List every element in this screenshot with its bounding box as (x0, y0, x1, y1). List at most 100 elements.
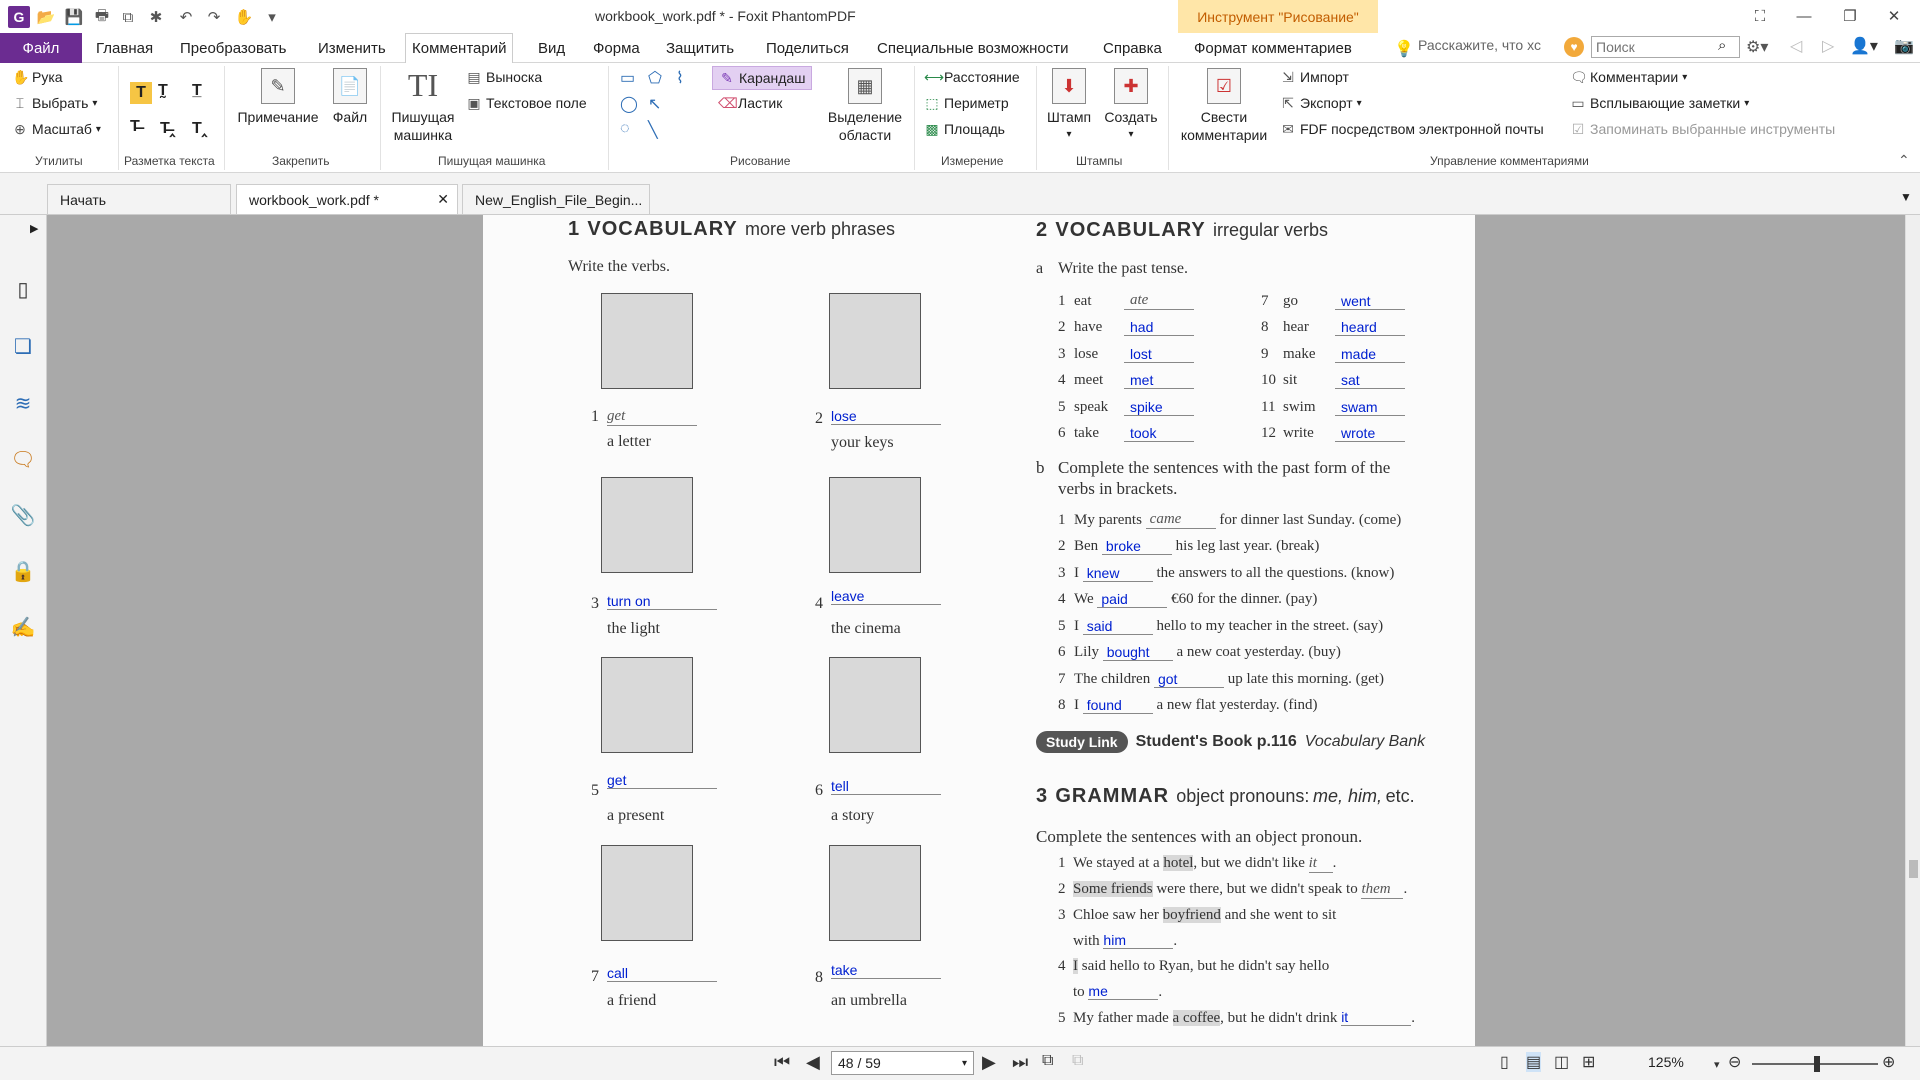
sentence-answer-field[interactable]: bought (1102, 644, 1173, 662)
export-button[interactable]: ⇱ Экспорт ▾ (1280, 95, 1362, 111)
past-tense-field[interactable]: made (1335, 346, 1405, 363)
past-tense-field[interactable]: went (1335, 293, 1405, 310)
tab-home[interactable]: Главная (90, 33, 159, 63)
fdf-email-button[interactable]: ✉ FDF посредством электронной почты (1280, 121, 1544, 137)
eraser-button[interactable]: ⌫ Ластик (718, 95, 782, 111)
answer-field[interactable]: leave (831, 588, 941, 605)
sentence-answer-field[interactable]: paid (1097, 591, 1168, 609)
tab-view[interactable]: Вид (532, 33, 571, 63)
settings-icon[interactable]: ⚙▾ (1746, 37, 1768, 57)
stamp-button[interactable]: ⬇ Штамп ▾ (1042, 68, 1096, 144)
tab-protect[interactable]: Защитить (660, 33, 740, 63)
create-stamp-button[interactable]: ✚ Создать ▾ (1100, 68, 1162, 144)
attachments-icon[interactable]: 📎 (10, 502, 36, 528)
underline-squiggly-icon[interactable]: T̰ (158, 82, 168, 100)
highlight-text-icon[interactable]: T (130, 82, 152, 104)
zoom-out-icon[interactable]: ⊖ (1728, 1052, 1741, 1072)
past-tense-field[interactable]: had (1124, 319, 1194, 337)
next-view-icon[interactable]: ⧉ (1072, 1052, 1083, 1070)
redo-icon[interactable]: ↷ (204, 7, 224, 27)
zoom-in-icon[interactable]: ⊕ (1882, 1052, 1895, 1072)
continuous-facing-view-icon[interactable]: ⊞ (1582, 1052, 1595, 1072)
zoom-tool-button[interactable]: ⊕ Масштаб ▾ (12, 121, 101, 137)
textbox-button[interactable]: ▣ Текстовое поле (466, 95, 586, 111)
signature-icon[interactable]: ✍ (10, 614, 36, 640)
app-logo-icon[interactable]: G (8, 6, 30, 28)
area-highlight-button[interactable]: ▦ Выделение области (822, 68, 908, 144)
search-icon[interactable]: ⌕ (1718, 37, 1726, 54)
past-tense-field[interactable]: took (1124, 425, 1194, 443)
pdf-page[interactable]: 1 VOCABULARY more verb phrases Write the… (483, 215, 1475, 1046)
line-icon[interactable]: ╲ (648, 120, 658, 140)
import-button[interactable]: ⇲ Импорт (1280, 69, 1349, 85)
past-tense-field[interactable]: swam (1335, 399, 1405, 416)
answer-field[interactable]: get (607, 408, 697, 426)
past-tense-field[interactable]: sat (1335, 372, 1405, 390)
answer-field[interactable]: turn on (607, 593, 717, 610)
popup-notes-button[interactable]: ▭ Всплывающие заметки ▾ (1570, 95, 1749, 111)
polygon-icon[interactable]: ⬠ (648, 68, 662, 88)
answer-field[interactable]: take (831, 962, 941, 979)
scroll-thumb[interactable] (1909, 860, 1918, 878)
nav-back-icon[interactable]: ◁ (1790, 36, 1802, 56)
undo-icon[interactable]: ↶ (176, 7, 196, 27)
tell-me-input[interactable]: Расскажите, что хс (1418, 37, 1541, 53)
answer-field[interactable]: lose (831, 408, 941, 425)
continuous-view-icon[interactable]: ▤ (1526, 1052, 1542, 1072)
sentence-answer-field[interactable]: knew (1082, 565, 1153, 582)
facing-view-icon[interactable]: ◫ (1554, 1052, 1569, 1072)
user-icon[interactable]: 👤▾ (1850, 36, 1878, 56)
print-icon[interactable]: 🖶 (92, 7, 112, 27)
answer-field[interactable]: get (607, 772, 717, 789)
zoom-level[interactable]: 125% (1648, 1054, 1684, 1070)
tab-file[interactable]: Файл (0, 33, 82, 63)
tab-comment[interactable]: Комментарий (405, 33, 514, 64)
tab-form[interactable]: Форма (587, 33, 646, 63)
pencil-button[interactable]: ✎ Карандаш (712, 66, 813, 90)
attach-file-button[interactable]: 📄 Файл (326, 68, 374, 126)
past-tense-field[interactable]: ate (1124, 292, 1194, 311)
comments-panel-icon[interactable]: 🗨 (10, 446, 36, 472)
tab-help[interactable]: Справка (1097, 33, 1168, 63)
previous-view-icon[interactable]: ⧉ (1042, 1052, 1053, 1070)
zoom-slider-thumb[interactable] (1814, 1056, 1820, 1072)
arrow-icon[interactable]: ↖ (648, 94, 661, 114)
comments-menu-button[interactable]: 🗨 Комментарии ▾ (1570, 69, 1687, 85)
polyline-icon[interactable]: ⌇ (676, 68, 684, 88)
area-button[interactable]: ▩ Площадь (924, 121, 1005, 137)
save-icon[interactable]: 💾 (64, 7, 84, 27)
open-folder-icon[interactable]: 📂 (36, 7, 56, 27)
past-tense-field[interactable]: wrote (1335, 425, 1405, 443)
doc-tab-new-english-file[interactable]: New_English_File_Begin... (462, 184, 650, 214)
minimize-button[interactable]: — (1784, 4, 1824, 28)
new-doc-icon[interactable]: ✱ (146, 7, 166, 27)
insert-text-icon[interactable]: T‸ (192, 118, 207, 138)
expand-panel-icon[interactable]: ▶ (30, 222, 38, 235)
zoom-dropdown-icon[interactable]: ▾ (1714, 1058, 1720, 1071)
nav-forward-icon[interactable]: ▷ (1822, 36, 1834, 56)
strikeout-text-icon[interactable]: T̶ (130, 118, 140, 136)
page-number-input[interactable]: 48 / 59 ▾ (831, 1051, 974, 1075)
answer-field[interactable]: tell (831, 778, 941, 795)
answer-field[interactable]: call (607, 965, 717, 982)
rectangle-icon[interactable]: ▭ (620, 68, 635, 88)
copy-icon[interactable]: ⧉ (118, 7, 138, 27)
first-page-icon[interactable]: ⏮ (774, 1052, 790, 1073)
remember-tools-checkbox[interactable]: ☑ Запоминать выбранные инструменты (1570, 121, 1836, 137)
summarize-comments-button[interactable]: ☑ Свести комментарии (1174, 68, 1274, 144)
bookmark-icon[interactable]: ▯ (10, 276, 36, 302)
sentence-answer-field[interactable]: broke (1101, 538, 1172, 556)
underline-text-icon[interactable]: T̲ (192, 82, 202, 100)
cloud-icon[interactable]: ◌ (620, 120, 630, 138)
replace-text-icon[interactable]: T̶‸ (160, 118, 175, 138)
customize-quick-access-icon[interactable]: ▾ (262, 7, 282, 27)
camera-icon[interactable]: 📷 (1894, 36, 1914, 56)
tab-share[interactable]: Поделиться (760, 33, 855, 63)
restore-button[interactable]: ❐ (1830, 4, 1870, 28)
page-dropdown-icon[interactable]: ▾ (962, 1058, 967, 1069)
layers-icon[interactable]: ≋ (10, 390, 36, 416)
distance-button[interactable]: ⟷ Расстояние (924, 69, 1020, 85)
doc-tab-workbook[interactable]: workbook_work.pdf * ✕ (236, 184, 458, 214)
past-tense-field[interactable]: spike (1124, 399, 1194, 416)
feedback-icon[interactable]: ♥ (1564, 37, 1584, 57)
